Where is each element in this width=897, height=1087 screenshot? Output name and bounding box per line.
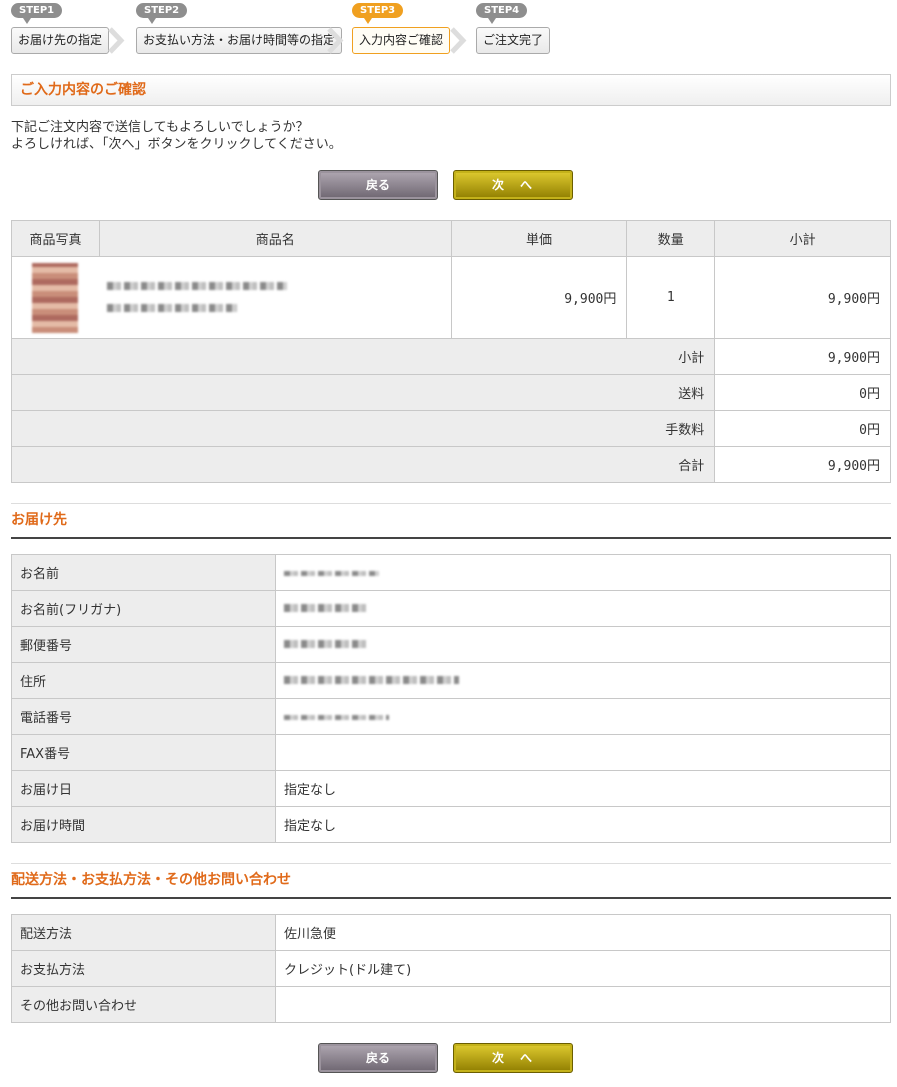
table-row: お名前 <box>11 554 891 591</box>
column-header: 商品写真 <box>11 220 100 257</box>
summary-value: 9,900円 <box>714 446 891 483</box>
step-label: 入力内容ご確認 <box>352 27 451 54</box>
chevron-right-icon <box>327 27 344 54</box>
step-label: お届け先の指定 <box>11 27 110 54</box>
redacted-value <box>284 715 389 720</box>
table-row: 郵便番号 <box>11 626 891 663</box>
chevron-right-icon <box>450 27 467 54</box>
field-value <box>275 986 891 1023</box>
field-value: 佐川急便 <box>275 914 891 951</box>
next-button-bottom[interactable]: 次 へ <box>453 1043 573 1073</box>
field-label: 電話番号 <box>11 698 276 735</box>
intro-line: 下記ご注文内容で送信してもよろしいでしょうか？ <box>11 120 309 135</box>
summary-row: 送料 0円 <box>10 374 891 411</box>
checkout-steps: STEP1 お届け先の指定 STEP2 お支払い方法・お届け時間等の指定 STE… <box>11 3 571 55</box>
table-row: FAX番号 <box>11 734 891 771</box>
table-row: 電話番号 <box>11 698 891 735</box>
step-badge: STEP3 <box>352 3 404 24</box>
field-label: 郵便番号 <box>11 626 276 663</box>
field-label: 配送方法 <box>11 914 276 951</box>
column-header: 数量 <box>626 220 716 257</box>
field-value <box>275 698 891 735</box>
redacted-value <box>284 676 459 684</box>
summary-label: 送料 <box>10 374 716 411</box>
intro-text: 下記ご注文内容で送信してもよろしいでしょうか？ よろしければ、「次へ」ボタンをク… <box>11 119 342 153</box>
table-row: お名前(フリガナ) <box>11 590 891 627</box>
field-label: お支払方法 <box>11 950 276 987</box>
quantity: 1 <box>626 256 716 339</box>
shipping-table: 配送方法 佐川急便 お支払方法 クレジット(ドル建て) その他お問い合わせ <box>11 914 891 1023</box>
field-label: お届け時間 <box>11 806 276 843</box>
redacted-value <box>284 640 369 648</box>
field-label: お届け日 <box>11 770 276 807</box>
summary-value: 9,900円 <box>714 338 891 375</box>
table-row: お届け日 指定なし <box>11 770 891 807</box>
table-row: 9,900円 1 9,900円 <box>11 256 891 339</box>
summary-value: 0円 <box>714 410 891 447</box>
field-value <box>275 734 891 771</box>
table-row: お支払方法 クレジット(ドル建て) <box>11 950 891 987</box>
summary-row: 小計 9,900円 <box>10 338 891 375</box>
field-label: お名前(フリガナ) <box>11 590 276 627</box>
delivery-table: お名前 お名前(フリガナ) 郵便番号 住所 電話番号 FAX番号 お届け日 指定な… <box>11 554 891 843</box>
table-header-row: 商品写真 商品名 単価 数量 小計 <box>11 220 891 257</box>
table-row: 配送方法 佐川急便 <box>11 914 891 951</box>
summary-row: 合計 9,900円 <box>10 446 891 483</box>
table-row: お届け時間 指定なし <box>11 806 891 843</box>
step-badge: STEP1 <box>11 3 63 24</box>
product-name-redacted <box>107 304 238 312</box>
redacted-value <box>284 571 379 576</box>
summary-row: 手数料 0円 <box>10 410 891 447</box>
delivery-title: お届け先 <box>11 503 891 539</box>
step-badge: STEP4 <box>476 3 528 24</box>
summary-label: 小計 <box>10 338 716 375</box>
shipping-title: 配送方法・お支払方法・その他お問い合わせ <box>11 863 891 899</box>
summary-value: 0円 <box>714 374 891 411</box>
field-value: クレジット(ドル建て) <box>275 950 891 987</box>
product-photo-cell <box>11 256 100 339</box>
field-value <box>275 590 891 627</box>
step-label: お支払い方法・お届け時間等の指定 <box>136 27 343 54</box>
field-value: 指定なし <box>275 770 891 807</box>
step-badge: STEP2 <box>136 3 188 24</box>
back-button[interactable]: 戻る <box>318 170 438 200</box>
field-value: 指定なし <box>275 806 891 843</box>
column-header: 小計 <box>714 220 891 257</box>
product-image[interactable] <box>32 262 78 333</box>
product-name-cell <box>99 256 452 339</box>
item-subtotal: 9,900円 <box>714 256 891 339</box>
table-row: その他お問い合わせ <box>11 986 891 1023</box>
section-title: ご入力内容のご確認 <box>11 74 891 106</box>
chevron-right-icon <box>108 27 125 54</box>
table-row: 住所 <box>11 662 891 699</box>
summary-label: 手数料 <box>10 410 716 447</box>
intro-line: よろしければ、「次へ」ボタンをクリックしてください。 <box>11 137 342 152</box>
order-table: 商品写真 商品名 単価 数量 小計 9,900円 1 9,900円 小計 9,9… <box>10 220 891 483</box>
next-button[interactable]: 次 へ <box>453 170 573 200</box>
field-value <box>275 626 891 663</box>
field-label: その他お問い合わせ <box>11 986 276 1023</box>
column-header: 商品名 <box>98 220 452 257</box>
column-header: 単価 <box>450 220 628 257</box>
field-label: お名前 <box>11 554 276 591</box>
field-value <box>275 554 891 591</box>
back-button-bottom[interactable]: 戻る <box>318 1043 438 1073</box>
field-value <box>275 662 891 699</box>
step-label: ご注文完了 <box>476 27 551 54</box>
product-name-redacted[interactable] <box>107 282 288 290</box>
field-label: 住所 <box>11 662 276 699</box>
redacted-value <box>284 604 369 612</box>
field-label: FAX番号 <box>11 734 276 771</box>
unit-price: 9,900円 <box>450 256 628 339</box>
summary-label: 合計 <box>10 446 716 483</box>
